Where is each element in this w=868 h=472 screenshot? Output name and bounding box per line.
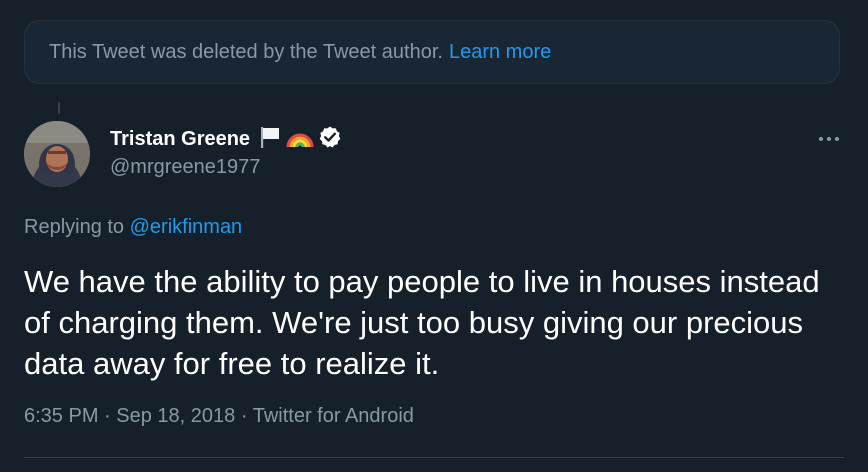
tweet-date-link[interactable]: Sep 18, 2018 xyxy=(116,405,235,427)
author-handle[interactable]: @mrgreene1977 xyxy=(110,156,346,179)
meta-separator: · xyxy=(240,405,248,427)
tweet-page: This Tweet was deleted by the Tweet auth… xyxy=(0,0,868,472)
divider xyxy=(24,457,844,458)
verified-badge-icon xyxy=(318,125,342,154)
avatar[interactable] xyxy=(24,121,90,187)
tweet-source-link[interactable]: Twitter for Android xyxy=(253,405,414,427)
author-name-row: Tristan Greene xyxy=(110,124,346,154)
replying-to: Replying to @erikfinman xyxy=(24,216,242,239)
thread-connector-line xyxy=(58,102,60,114)
deleted-tweet-notice: This Tweet was deleted by the Tweet auth… xyxy=(24,20,840,84)
more-options-icon[interactable] xyxy=(816,126,842,152)
avatar-photo xyxy=(24,121,90,187)
replying-to-label: Replying to xyxy=(24,216,125,238)
tweet-metadata: 6:35 PM · Sep 18, 2018 · Twitter for And… xyxy=(24,405,414,428)
replying-to-mention-link[interactable]: @erikfinman xyxy=(130,216,243,238)
tweet-text: We have the ability to pay people to liv… xyxy=(24,264,820,381)
author-display-name[interactable]: Tristan Greene xyxy=(110,128,250,151)
rainbow-emoji xyxy=(286,125,314,154)
learn-more-link[interactable]: Learn more xyxy=(449,41,551,64)
tweet-author: Tristan Greene @mrgreene1977 xyxy=(110,124,346,179)
deleted-notice-text: This Tweet was deleted by the Tweet auth… xyxy=(49,40,443,63)
white-flag-emoji xyxy=(258,125,282,154)
tweet-time-link[interactable]: 6:35 PM xyxy=(24,405,98,427)
meta-separator: · xyxy=(104,405,111,427)
